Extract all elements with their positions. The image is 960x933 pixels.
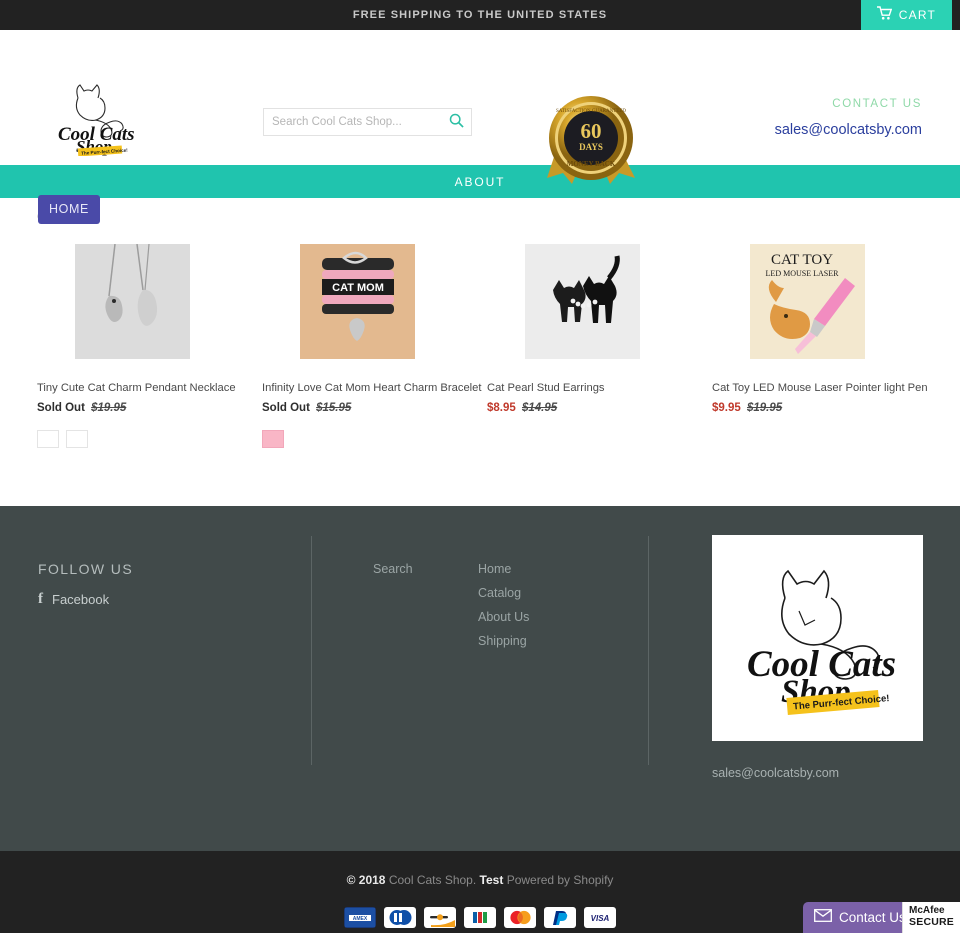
contact-us-label[interactable]: CONTACT US bbox=[775, 98, 922, 110]
product-price: $9.95 $19.95 bbox=[712, 402, 903, 414]
shopping-cart-icon bbox=[876, 5, 892, 25]
product-card[interactable]: Tiny Cute Cat Charm Pendant Necklace Sol… bbox=[20, 236, 245, 449]
payment-icon-amex: AMEX bbox=[344, 907, 376, 929]
swatch-option[interactable] bbox=[66, 430, 88, 449]
site-header: Cool Cats Shop The Purr-fect Choice! Sea… bbox=[0, 30, 960, 184]
product-price: Sold Out $15.95 bbox=[262, 402, 453, 414]
product-swatches bbox=[37, 430, 228, 449]
product-price: Sold Out $19.95 bbox=[37, 402, 228, 414]
product-price-current: $8.95 bbox=[487, 402, 516, 415]
content-spacer bbox=[0, 448, 960, 507]
copyright-powered[interactable]: Powered by Shopify bbox=[507, 873, 614, 887]
payment-icon-paypal bbox=[544, 907, 576, 929]
search-submit-button[interactable] bbox=[441, 109, 471, 135]
footer-link-catalog[interactable]: Catalog bbox=[478, 586, 529, 600]
footer-link-home[interactable]: Home bbox=[478, 562, 529, 576]
svg-text:60: 60 bbox=[581, 119, 602, 143]
swatch-option[interactable] bbox=[37, 430, 59, 449]
cat-toy-laser-pen-image[interactable]: CAT TOY LED MOUSE LASER bbox=[750, 244, 865, 359]
copyright-symbol: © bbox=[346, 873, 356, 888]
svg-text:AMEX: AMEX bbox=[353, 916, 368, 922]
copyright-text: © 2018 Cool Cats Shop. Test Powered by S… bbox=[347, 873, 614, 887]
page-title-zone: CATS bbox=[0, 198, 960, 236]
money-back-guarantee-badge: 60 DAYS MONEY BACK SATISFACTION GUARANTE… bbox=[543, 92, 641, 186]
contact-block: CONTACT US sales@coolcatsby.com bbox=[775, 98, 922, 138]
cart-button[interactable]: CART bbox=[860, 0, 952, 30]
home-tooltip[interactable]: HOME bbox=[38, 195, 100, 224]
product-card[interactable]: Cat Pearl Stud Earrings $8.95 $14.95 bbox=[470, 236, 695, 448]
svg-text:MONEY BACK: MONEY BACK bbox=[567, 160, 616, 168]
footer-link-shipping[interactable]: Shipping bbox=[478, 634, 529, 648]
envelope-icon bbox=[814, 909, 832, 925]
mcafee-secure-badge[interactable]: McAfee SECURE bbox=[902, 902, 960, 933]
nav-item-about[interactable]: ABOUT bbox=[441, 175, 520, 189]
payment-icon-discover bbox=[424, 907, 456, 929]
contact-email-link[interactable]: sales@coolcatsby.com bbox=[775, 122, 922, 138]
svg-text:DAYS: DAYS bbox=[579, 142, 603, 152]
product-title: Cat Toy LED Mouse Laser Pointer light Pe… bbox=[712, 382, 928, 394]
product-card[interactable]: CAT MOM Infinity Love Cat Mom Heart Char… bbox=[245, 236, 482, 449]
payment-methods: AMEX VISA bbox=[344, 907, 616, 929]
cat-pendant-necklace-image[interactable] bbox=[75, 244, 190, 359]
search-input[interactable] bbox=[264, 109, 441, 135]
footer-email-link[interactable]: sales@coolcatsby.com bbox=[712, 766, 839, 780]
copyright-year: 2018 bbox=[358, 873, 386, 888]
footer-follow-column: FOLLOW US f Facebook bbox=[38, 561, 133, 608]
announcement-bar: FREE SHIPPING TO THE UNITED STATES CART bbox=[0, 0, 960, 30]
product-card[interactable]: CAT TOY LED MOUSE LASER Cat Toy LED Mous… bbox=[695, 236, 928, 448]
product-title: Tiny Cute Cat Charm Pendant Necklace bbox=[37, 382, 236, 394]
footer-menu-column: Home Catalog About Us Shipping bbox=[478, 562, 529, 658]
cat-pearl-earrings-image[interactable] bbox=[525, 244, 640, 359]
svg-text:SATISFACTION GUARANTEED: SATISFACTION GUARANTEED bbox=[556, 109, 626, 114]
svg-text:CAT TOY: CAT TOY bbox=[771, 252, 833, 268]
product-title: Infinity Love Cat Mom Heart Charm Bracel… bbox=[262, 382, 482, 394]
site-logo[interactable]: Cool Cats Shop The Purr-fect Choice! bbox=[52, 78, 144, 156]
payment-icon-jcb bbox=[464, 907, 496, 929]
contact-us-widget-label: Contact Us bbox=[839, 909, 906, 925]
announcement-text: FREE SHIPPING TO THE UNITED STATES bbox=[352, 9, 608, 21]
facebook-icon: f bbox=[38, 591, 43, 608]
search-box[interactable] bbox=[263, 108, 472, 136]
product-price-original: $19.95 bbox=[91, 402, 127, 415]
cart-label: CART bbox=[898, 8, 936, 22]
product-price-original: $15.95 bbox=[316, 402, 352, 415]
follow-us-heading: FOLLOW US bbox=[38, 561, 134, 578]
product-price-current: $9.95 bbox=[712, 402, 741, 415]
product-swatches bbox=[262, 430, 453, 449]
product-price-original: $19.95 bbox=[746, 402, 783, 415]
footer-link-about-us[interactable]: About Us bbox=[478, 610, 529, 624]
mcafee-line-2: SECURE bbox=[909, 915, 954, 928]
svg-text:CAT MOM: CAT MOM bbox=[332, 282, 384, 294]
product-title: Cat Pearl Stud Earrings bbox=[487, 382, 605, 394]
storefront-page: FREE SHIPPING TO THE UNITED STATES CART bbox=[0, 0, 960, 933]
facebook-label: Facebook bbox=[52, 592, 110, 608]
svg-text:LED MOUSE LASER: LED MOUSE LASER bbox=[766, 269, 840, 278]
payment-icon-visa: VISA bbox=[584, 907, 616, 929]
copyright-shop: Cool Cats Shop. bbox=[388, 873, 477, 888]
footer-link-search[interactable]: Search bbox=[373, 562, 413, 576]
product-price-current: Sold Out bbox=[262, 402, 310, 415]
footer-logo[interactable]: Cool Cats Shop The Purr-fect Choice! bbox=[712, 535, 923, 741]
footer-divider-left bbox=[311, 536, 312, 766]
payment-icon-mastercard bbox=[504, 907, 536, 929]
product-price: $8.95 $14.95 bbox=[487, 402, 678, 414]
main-navigation: ABOUT bbox=[0, 165, 960, 198]
payment-icon-diners-club bbox=[384, 907, 416, 929]
svg-text:VISA: VISA bbox=[591, 914, 610, 923]
product-grid: Tiny Cute Cat Charm Pendant Necklace Sol… bbox=[0, 236, 960, 449]
footer-link-facebook[interactable]: f Facebook bbox=[38, 591, 133, 608]
footer-search-column: Search bbox=[373, 562, 413, 586]
swatch-option[interactable] bbox=[262, 430, 284, 449]
product-price-original: $14.95 bbox=[521, 402, 558, 415]
search-icon bbox=[449, 113, 464, 131]
cat-mom-bracelet-image[interactable]: CAT MOM bbox=[300, 244, 415, 359]
product-price-current: Sold Out bbox=[37, 402, 85, 415]
copyright-test: Test bbox=[479, 873, 504, 888]
footer-divider-right bbox=[648, 536, 649, 766]
